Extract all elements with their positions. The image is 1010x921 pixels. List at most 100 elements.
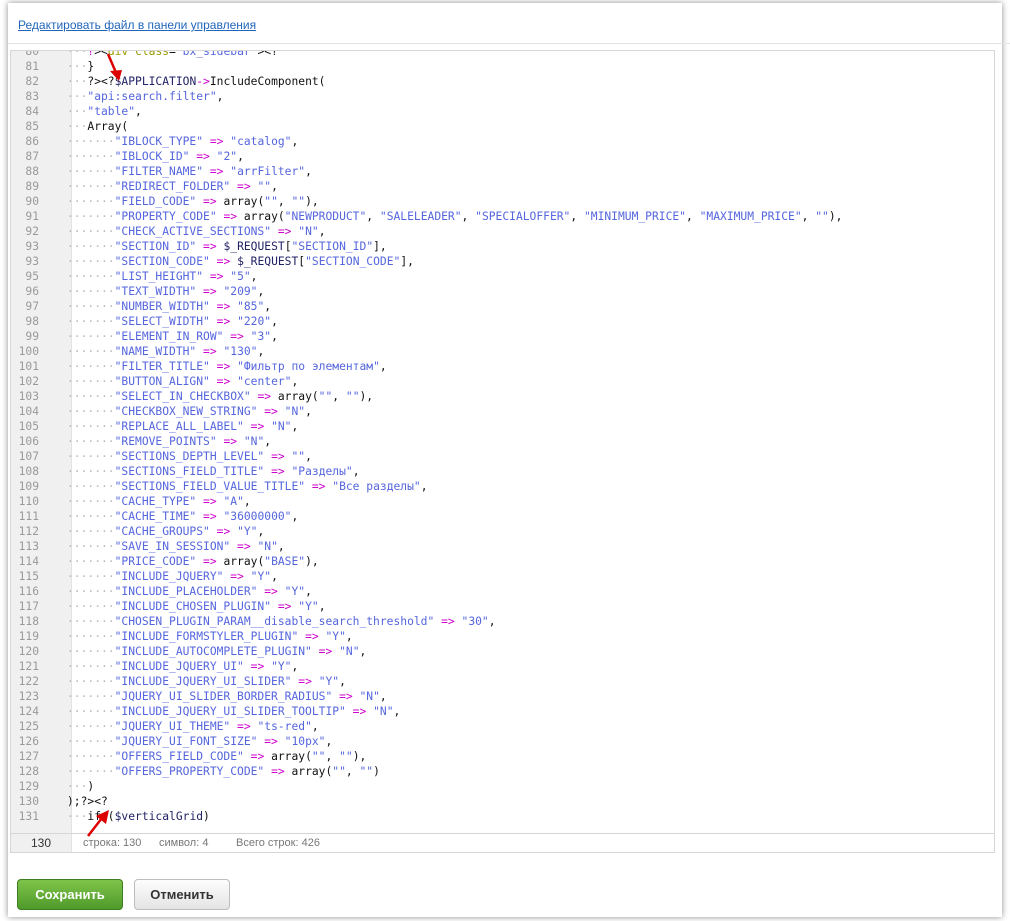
code-line[interactable]: 91 ·······"PROPERTY_CODE" => array("NEWPR… xyxy=(11,209,994,224)
code-area[interactable]: 80 ···?><div class="bx_sidebar"><? 81 ···} 8… xyxy=(11,51,994,824)
code-line[interactable]: 110 ·······"CACHE_TYPE" => "A", xyxy=(11,494,994,509)
code-token: $_REQUEST xyxy=(237,255,299,268)
code-line[interactable]: 131 ···if ($verticalGrid) xyxy=(11,809,994,824)
code-line[interactable]: 116 ·······"INCLUDE_PLACEHOLDER" => "Y", xyxy=(11,584,994,599)
code-line[interactable]: 128 ·······"OFFERS_PROPERTY_CODE" => arra… xyxy=(11,764,994,779)
code-line[interactable]: 96 ·······"TEXT_WIDTH" => "209", xyxy=(11,284,994,299)
code-line[interactable]: 105 ·······"REPLACE_ALL_LABEL" => "N", xyxy=(11,419,994,434)
code-line[interactable]: 92 ·······"CHECK_ACTIVE_SECTIONS" => "N", xyxy=(11,224,994,239)
code-line[interactable]: 123 ·······"JQUERY_UI_SLIDER_BORDER_RADIU… xyxy=(11,689,994,704)
line-number: 130 xyxy=(18,795,39,808)
code-line[interactable]: 88 ·······"FILTER_NAME" => "arrFilter", xyxy=(11,164,994,179)
code-line[interactable]: 83 ···"api:search.filter", xyxy=(11,89,994,104)
code-line[interactable]: 108 ·······"SECTIONS_FIELD_TITLE" => "Раз… xyxy=(11,464,994,479)
code-line[interactable]: 107 ·······"SECTIONS_DEPTH_LEVEL" => "", xyxy=(11,449,994,464)
code-token: ······· xyxy=(67,330,115,343)
code-line[interactable]: 111 ·······"CACHE_TIME" => "36000000", xyxy=(11,509,994,524)
code-line[interactable]: 124 ·······"INCLUDE_JQUERY_UI_SLIDER_TOOL… xyxy=(11,704,994,719)
code-token: , xyxy=(345,630,353,643)
code-line[interactable]: 120 ·······"INCLUDE_AUTOCOMPLETE_PLUGIN" … xyxy=(11,644,994,659)
code-token: "CHECKBOX_NEW_STRING" xyxy=(114,405,258,418)
code-line[interactable]: 101 ·······"FILTER_TITLE" => "Фильтр по э… xyxy=(11,359,994,374)
code-token: "" xyxy=(257,180,272,193)
code-line[interactable]: 112 ·······"CACHE_GROUPS" => "Y", xyxy=(11,524,994,539)
code-token: "REPLACE_ALL_LABEL" xyxy=(114,420,244,433)
code-line[interactable]: 99 ·······"ELEMENT_IN_ROW" => "3", xyxy=(11,329,994,344)
code-line[interactable]: 102 ·······"BUTTON_ALIGN" => "center", xyxy=(11,374,994,389)
code-line[interactable]: 97 ·······"NUMBER_WIDTH" => "85", xyxy=(11,299,994,314)
code-line[interactable]: 130);?><? xyxy=(11,794,994,809)
code-line[interactable]: 90 ·······"FIELD_CODE" => array("", ""), xyxy=(11,194,994,209)
code-token: => xyxy=(264,585,278,598)
line-content: ·······"ELEMENT_IN_ROW" => "3", xyxy=(67,329,278,344)
code-token: , xyxy=(291,660,299,673)
code-token: "TEXT_WIDTH" xyxy=(114,285,197,298)
code-token: => xyxy=(298,675,312,688)
code-editor[interactable]: 80 ···?><div class="bx_sidebar"><? 81 ···} 8… xyxy=(10,50,995,834)
code-line[interactable]: 127 ·······"OFFERS_FIELD_CODE" => array("… xyxy=(11,749,994,764)
code-line[interactable]: 87 ·······"IBLOCK_ID" => "2", xyxy=(11,149,994,164)
code-token: , xyxy=(345,765,360,778)
cancel-button[interactable]: Отменить xyxy=(134,879,230,910)
line-number: 98 xyxy=(25,315,39,328)
code-line[interactable]: 98 ·······"SELECT_WIDTH" => "220", xyxy=(11,314,994,329)
code-line[interactable]: 93 ·······"SECTION_CODE" => $_REQUEST["SE… xyxy=(11,254,994,269)
code-line[interactable]: 85 ···Array( xyxy=(11,119,994,134)
code-line[interactable]: 118 ·······"CHOSEN_PLUGIN_PARAM__disable_… xyxy=(11,614,994,629)
line-number: 89 xyxy=(25,180,39,193)
code-token: "CACHE_GROUPS" xyxy=(114,525,210,538)
code-token: => xyxy=(203,285,217,298)
save-button[interactable]: Сохранить xyxy=(17,879,123,910)
code-token: => xyxy=(216,300,231,313)
code-line[interactable]: 103 ·······"SELECT_IN_CHECKBOX" => array(… xyxy=(11,389,994,404)
code-line[interactable]: 109 ·······"SECTIONS_FIELD_VALUE_TITLE" =… xyxy=(11,479,994,494)
code-line[interactable]: 84 ···"table", xyxy=(11,104,994,119)
code-token: "SECTIONS_DEPTH_LEVEL" xyxy=(114,450,265,463)
line-content: ·······"INCLUDE_JQUERY_UI_SLIDER" => "Y"… xyxy=(67,674,346,689)
code-token: ······· xyxy=(67,360,115,373)
status-char: символ: 4 xyxy=(159,837,209,849)
code-line[interactable]: 82 ···?><?$APPLICATION->IncludeComponent( xyxy=(11,74,994,89)
code-token: , xyxy=(271,330,278,343)
code-line[interactable]: 122 ·······"INCLUDE_JQUERY_UI_SLIDER" => … xyxy=(11,674,994,689)
code-line[interactable]: 95 ·······"LIST_HEIGHT" => "5", xyxy=(11,269,994,284)
code-line[interactable]: 115 ·······"INCLUDE_JQUERY" => "Y", xyxy=(11,569,994,584)
code-token: "INCLUDE_JQUERY" xyxy=(114,570,224,583)
code-token: "center" xyxy=(237,375,292,388)
line-content: ·······"REDIRECT_FOLDER" => "", xyxy=(67,179,278,194)
code-line[interactable]: 117 ·······"INCLUDE_CHOSEN_PLUGIN" => "Y"… xyxy=(11,599,994,614)
code-line[interactable]: 86 ·······"IBLOCK_TYPE" => "catalog", xyxy=(11,134,994,149)
line-content: ·······"CHECKBOX_NEW_STRING" => "N", xyxy=(67,404,312,419)
code-token: ··· xyxy=(67,90,88,103)
code-token: Array( xyxy=(87,120,129,133)
line-number: 96 xyxy=(25,285,39,298)
edit-in-control-panel-link[interactable]: Редактировать файл в панели управления xyxy=(18,18,256,32)
code-line[interactable]: 80 ···?><div class="bx_sidebar"><? xyxy=(11,51,994,59)
goto-line-field[interactable]: 130 xyxy=(11,834,72,852)
code-line[interactable]: 113 ·······"SAVE_IN_SESSION" => "N", xyxy=(11,539,994,554)
line-content: ·······"IBLOCK_TYPE" => "catalog", xyxy=(67,134,298,149)
line-number: 109 xyxy=(18,480,39,493)
code-line[interactable]: 119 ·······"INCLUDE_FORMSTYLER_PLUGIN" =>… xyxy=(11,629,994,644)
code-line[interactable]: 129 ···) xyxy=(11,779,994,794)
line-number: 107 xyxy=(18,450,39,463)
code-token: "SECTIONS_FIELD_TITLE" xyxy=(114,465,265,478)
code-line[interactable]: 100 ·······"NAME_WIDTH" => "130", xyxy=(11,344,994,359)
code-line[interactable]: 125 ·······"JQUERY_UI_THEME" => "ts-red", xyxy=(11,719,994,734)
code-line[interactable]: 106 ·······"REMOVE_POINTS" => "N", xyxy=(11,434,994,449)
code-line[interactable]: 121 ·······"INCLUDE_JQUERY_UI" => "Y", xyxy=(11,659,994,674)
code-token: , xyxy=(332,390,346,403)
code-token: ······· xyxy=(67,390,115,403)
code-line[interactable]: 114 ·······"PRICE_CODE" => array("BASE"), xyxy=(11,554,994,569)
code-line[interactable]: 89 ·······"REDIRECT_FOLDER" => "", xyxy=(11,179,994,194)
code-line[interactable]: 104 ·······"CHECKBOX_NEW_STRING" => "N", xyxy=(11,404,994,419)
code-line[interactable]: 81 ···} xyxy=(11,59,994,74)
code-token: "Y" xyxy=(237,525,258,538)
code-token: => xyxy=(203,240,217,253)
code-line[interactable]: 126 ·······"JQUERY_UI_FONT_SIZE" => "10px… xyxy=(11,734,994,749)
code-token: "MINIMUM_PRICE" xyxy=(583,210,686,223)
code-line[interactable]: 93 ·······"SECTION_ID" => $_REQUEST["SECT… xyxy=(11,239,994,254)
